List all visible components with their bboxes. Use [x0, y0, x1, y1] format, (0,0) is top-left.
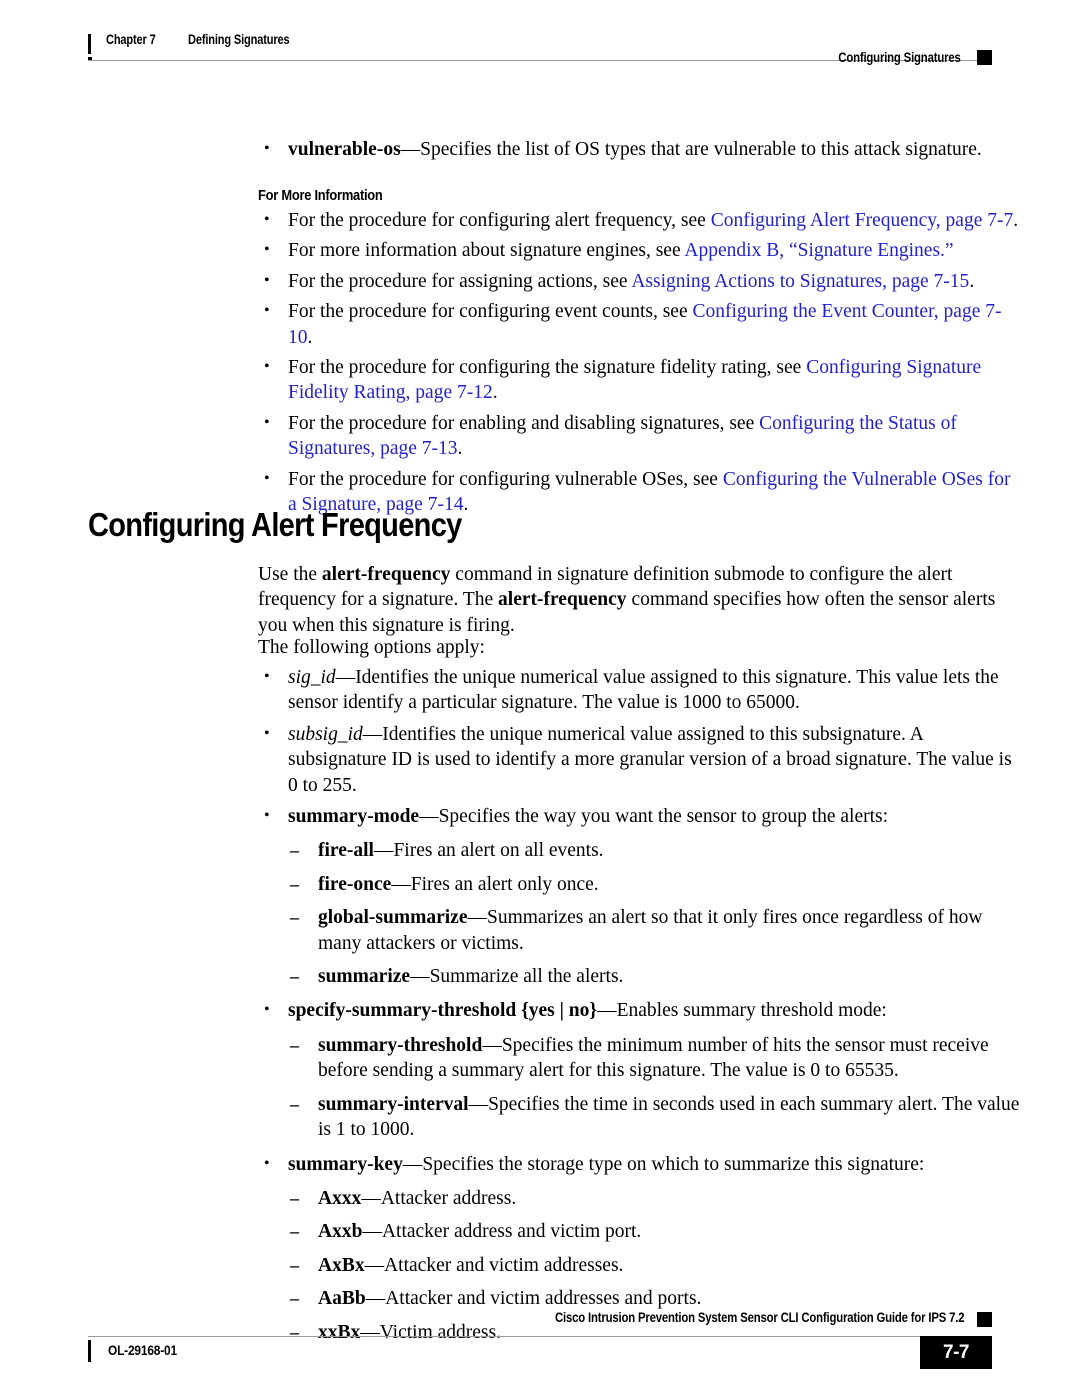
suboption-term: summary-interval: [318, 1093, 469, 1115]
suboption-desc: —Attacker address and victim port.: [362, 1221, 642, 1243]
for-more-information-heading: For More Information: [258, 187, 383, 204]
fmi-tail-text: .: [463, 494, 469, 516]
fmi-tail-text: .: [307, 326, 313, 348]
cross-reference-link[interactable]: Appendix B, “Signature Engines.”: [684, 240, 953, 261]
header-marker-square-icon: [977, 50, 992, 65]
document-id: OL-29168-01: [108, 1342, 177, 1358]
option-desc: —Specifies the storage type on which to …: [402, 1153, 925, 1175]
option-desc: —Specifies the way you want the sensor t…: [419, 806, 889, 828]
intro-text-a: Use the: [258, 564, 322, 585]
list-item: For the procedure for configuring alert …: [258, 207, 1020, 233]
options-list: sig_id—Identifies the unique numerical v…: [258, 664, 1020, 1345]
cross-reference-link[interactable]: Configuring Alert Frequency, page 7-7: [711, 210, 1014, 231]
list-item: vulnerable-os—Specifies the list of OS t…: [258, 136, 1020, 162]
list-item: summary-mode—Specifies the way you want …: [258, 803, 1020, 990]
fmi-lead-text: For the procedure for assigning actions,…: [288, 270, 632, 292]
list-item: fire-all—Fires an alert on all events.: [288, 838, 1020, 864]
for-more-information-list: For the procedure for configuring alert …: [258, 207, 1020, 517]
option-desc: —Identifies the unique numerical value a…: [288, 667, 999, 714]
command-name: alert-frequency: [498, 589, 627, 611]
fmi-lead-text: For the procedure for configuring event …: [288, 301, 693, 323]
fmi-lead-text: For more information about signature eng…: [288, 240, 685, 262]
page-number-badge: 7-7: [920, 1336, 992, 1369]
suboption-desc: —Attacker address.: [361, 1187, 517, 1209]
page-footer: Cisco Intrusion Prevention System Sensor…: [88, 1310, 992, 1380]
list-item: For the procedure for configuring the si…: [258, 354, 1020, 406]
list-item: summary-interval—Specifies the time in s…: [288, 1092, 1020, 1143]
suboption-desc: —Fires an alert only once.: [391, 873, 599, 895]
document-page: Chapter 7 Defining Signatures Configurin…: [0, 0, 1080, 1397]
list-item: sig_id—Identifies the unique numerical v…: [258, 664, 1020, 716]
header-right-group: Configuring Signatures: [815, 50, 992, 65]
suboption-term: AxBx: [318, 1254, 365, 1276]
options-list-block: sig_id—Identifies the unique numerical v…: [258, 664, 1020, 1345]
fmi-tail-text: .: [457, 438, 463, 460]
option-term: summary-mode: [288, 806, 420, 828]
list-item: subsig_id—Identifies the unique numerica…: [258, 721, 1020, 798]
cross-reference-link[interactable]: Assigning Actions to Signatures, page 7-…: [631, 271, 969, 292]
suboption-term: Axxx: [318, 1187, 362, 1209]
suboption-term: fire-all: [318, 840, 374, 862]
option-desc: —Specifies the list of OS types that are…: [400, 139, 982, 160]
option-desc: —Enables summary threshold mode:: [597, 1000, 887, 1022]
footer-guide-title: Cisco Intrusion Prevention System Sensor…: [554, 1310, 965, 1325]
list-item: For the procedure for assigning actions,…: [258, 268, 1020, 294]
option-term: subsig_id: [288, 723, 363, 745]
fmi-tail-text: .: [1013, 210, 1019, 231]
option-desc: —Identifies the unique numerical value a…: [288, 723, 1012, 796]
chapter-label: Chapter 7: [106, 32, 156, 47]
page-header: Chapter 7 Defining Signatures Configurin…: [88, 32, 992, 72]
specify-summary-threshold-sublist: summary-threshold—Specifies the minimum …: [288, 1033, 1020, 1143]
intro-bullet-list: vulnerable-os—Specifies the list of OS t…: [258, 136, 1020, 162]
suboption-term: global-summarize: [318, 907, 468, 929]
list-item: summarize—Summarize all the alerts.: [288, 964, 1020, 990]
suboption-term: summary-threshold: [318, 1034, 483, 1056]
intro-paragraph: Use the alert-frequency command in signa…: [258, 562, 1020, 638]
fmi-lead-text: For the procedure for configuring alert …: [288, 210, 711, 231]
option-term: sig_id: [288, 667, 336, 688]
summary-mode-sublist: fire-all—Fires an alert on all events. f…: [288, 838, 1020, 989]
options-intro: The following options apply:: [258, 637, 485, 658]
suboption-desc: —Fires an alert on all events.: [373, 840, 604, 862]
option-term: summary-key: [288, 1153, 403, 1175]
suboption-desc: —Attacker and victim addresses.: [364, 1254, 624, 1276]
list-item: AaBb—Attacker and victim addresses and p…: [288, 1286, 1020, 1312]
suboption-term: AaBb: [318, 1288, 366, 1310]
for-more-information-list-block: For the procedure for configuring alert …: [258, 207, 1020, 522]
option-term: specify-summary-threshold {yes | no}: [288, 1000, 598, 1022]
options-intro-block: The following options apply:: [258, 635, 1020, 660]
list-item: For the procedure for enabling and disab…: [258, 410, 1020, 462]
fmi-tail-text: .: [969, 270, 975, 292]
page-title: Configuring Alert Frequency: [88, 506, 462, 543]
option-term: vulnerable-os: [288, 139, 401, 160]
header-left-group: Chapter 7 Defining Signatures: [88, 32, 312, 47]
list-item: AxBx—Attacker and victim addresses.: [288, 1253, 1020, 1279]
suboption-term: summarize: [318, 966, 411, 988]
fmi-lead-text: For the procedure for enabling and disab…: [288, 412, 760, 434]
list-item: Axxb—Attacker address and victim port.: [288, 1219, 1020, 1245]
list-item: For the procedure for configuring event …: [258, 298, 1020, 350]
list-item: specify-summary-threshold {yes | no}—Ena…: [258, 997, 1020, 1143]
list-item: summary-threshold—Specifies the minimum …: [288, 1033, 1020, 1084]
chapter-title: Defining Signatures: [188, 32, 290, 47]
footer-rule: [88, 1336, 992, 1337]
suboption-term: fire-once: [318, 873, 392, 895]
vulnerable-os-bullet-block: vulnerable-os—Specifies the list of OS t…: [258, 136, 1020, 167]
suboption-desc: —Summarize all the alerts.: [410, 966, 624, 988]
fmi-lead-text: For the procedure for configuring the si…: [288, 357, 807, 379]
for-more-information-heading-block: For More Information: [258, 183, 1020, 208]
list-item: fire-once—Fires an alert only once.: [288, 872, 1020, 898]
footer-marker-square-icon: [977, 1312, 992, 1327]
intro-paragraph-block: Use the alert-frequency command in signa…: [258, 562, 1020, 638]
fmi-tail-text: .: [492, 382, 498, 404]
header-section-label: Configuring Signatures: [838, 50, 961, 65]
suboption-desc: —Attacker and victim addresses and ports…: [365, 1288, 702, 1310]
footer-left-rule: [88, 1340, 91, 1362]
command-name: alert-frequency: [321, 564, 451, 585]
list-item: For more information about signature eng…: [258, 237, 1020, 263]
fmi-lead-text: For the procedure for configuring vulner…: [288, 468, 723, 490]
suboption-term: Axxb: [318, 1221, 363, 1243]
list-item: global-summarize—Summarizes an alert so …: [288, 905, 1020, 956]
list-item: Axxx—Attacker address.: [288, 1186, 1020, 1212]
